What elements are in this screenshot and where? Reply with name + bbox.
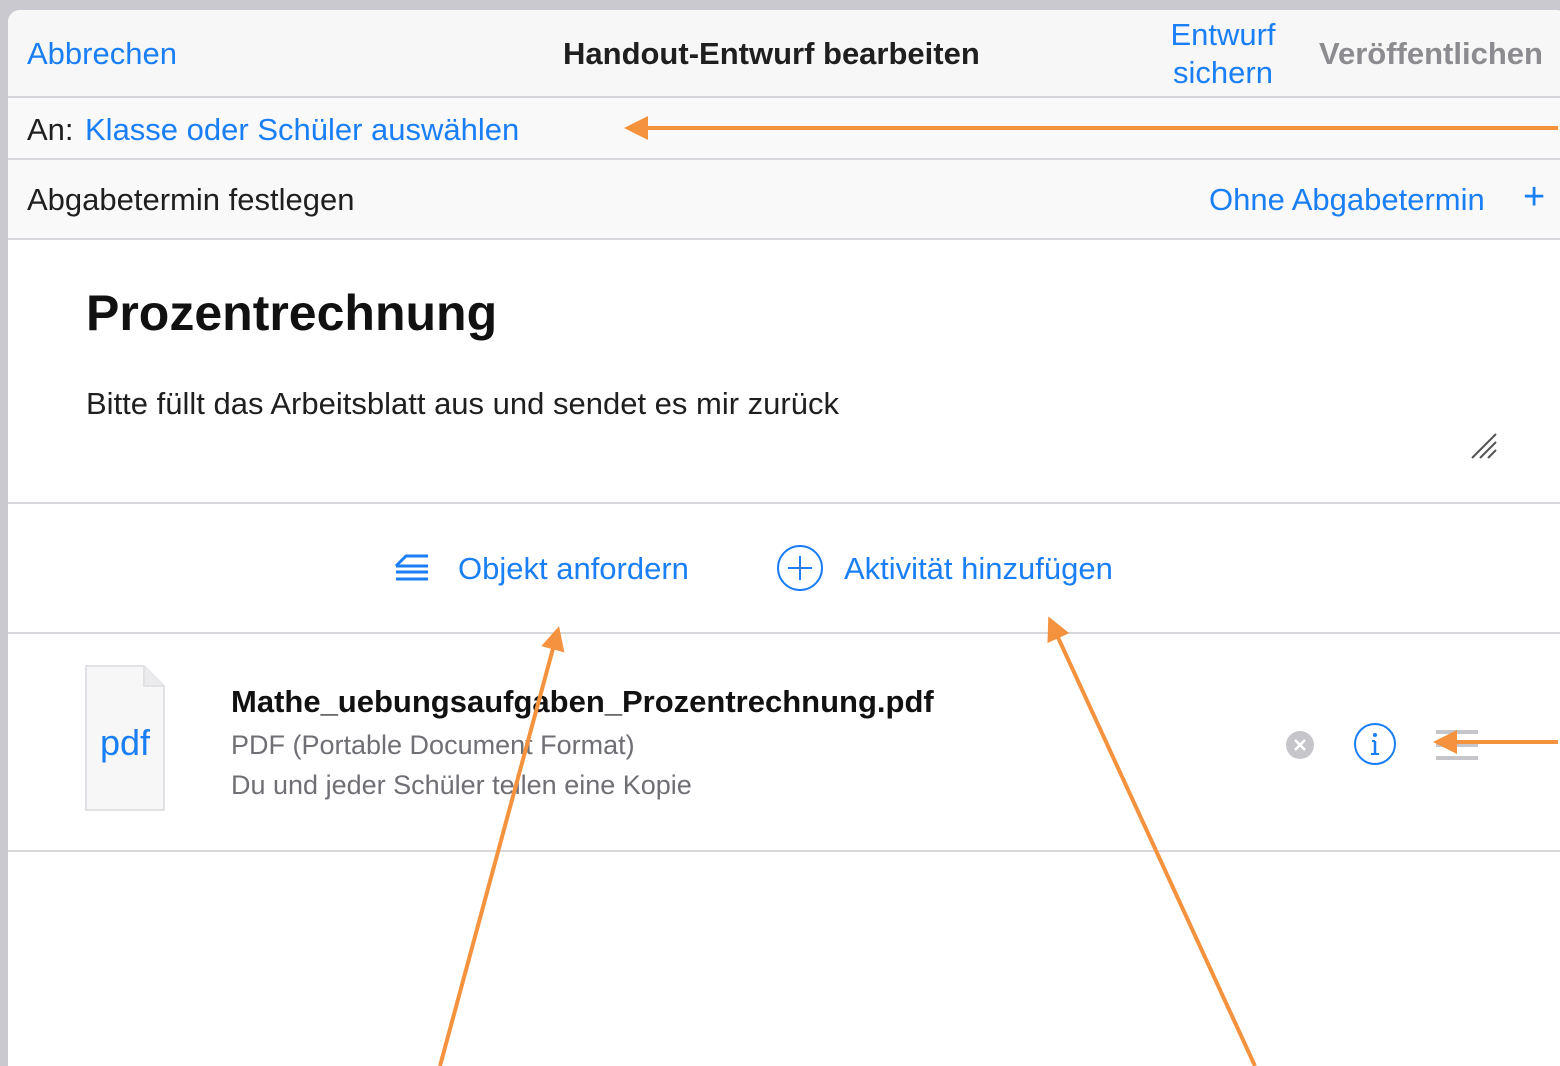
info-icon[interactable] bbox=[1353, 722, 1397, 766]
plus-icon[interactable]: + bbox=[1523, 176, 1545, 219]
recipients-label: An: bbox=[27, 112, 74, 147]
file-sharing-mode: Du und jeder Schüler teilen eine Kopie bbox=[231, 770, 692, 800]
publish-button[interactable]: Veröffentlichen bbox=[1319, 36, 1543, 72]
plus-circle-icon[interactable] bbox=[776, 544, 824, 592]
handout-editor-sheet: Abbrechen Handout-Entwurf bearbeiten Ent… bbox=[8, 10, 1560, 1066]
file-name: Mathe_uebungsaufgaben_Prozentrechnung.pd… bbox=[231, 684, 934, 719]
drag-handle-icon[interactable] bbox=[1434, 728, 1480, 762]
due-date-value[interactable]: Ohne Abgabetermin bbox=[1209, 182, 1485, 218]
request-item-button[interactable]: Objekt anfordern bbox=[458, 551, 689, 587]
file-type: PDF (Portable Document Format) bbox=[231, 730, 635, 760]
page-title: Handout-Entwurf bearbeiten bbox=[563, 36, 980, 71]
recipients-row: An: Klasse oder Schüler auswählen bbox=[8, 98, 1560, 160]
remove-icon[interactable] bbox=[1285, 730, 1315, 760]
handout-content: Prozentrechnung Bitte füllt das Arbeitsb… bbox=[8, 240, 1560, 504]
handout-title-field[interactable]: Prozentrechnung bbox=[86, 284, 497, 342]
handout-description-field[interactable]: Bitte füllt das Arbeitsblatt aus und sen… bbox=[86, 386, 839, 422]
tray-stack-icon[interactable] bbox=[392, 552, 432, 586]
actions-row: Objekt anfordern Aktivität hinzufügen bbox=[8, 504, 1560, 634]
resize-handle-icon[interactable] bbox=[1468, 430, 1498, 460]
recipients-picker[interactable]: Klasse oder Schüler auswählen bbox=[85, 112, 519, 148]
navigation-bar: Abbrechen Handout-Entwurf bearbeiten Ent… bbox=[8, 10, 1560, 98]
file-type-badge: pdf bbox=[99, 722, 151, 763]
due-date-label: Abgabetermin festlegen bbox=[27, 182, 355, 217]
due-date-row[interactable]: Abgabetermin festlegen Ohne Abgabetermin… bbox=[8, 160, 1560, 240]
save-draft-button[interactable]: Entwurf sichern bbox=[1158, 16, 1288, 92]
add-activity-button[interactable]: Aktivität hinzufügen bbox=[844, 551, 1113, 587]
attachment-row[interactable]: pdf Mathe_uebungsaufgaben_Prozentrechnun… bbox=[8, 634, 1560, 852]
cancel-button[interactable]: Abbrechen bbox=[27, 36, 177, 72]
